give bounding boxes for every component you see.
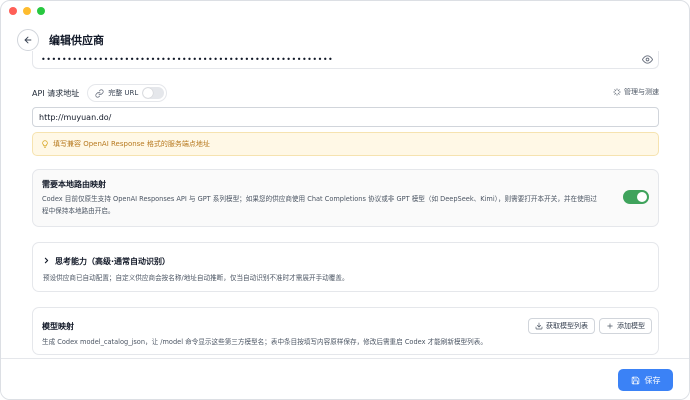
magic-wand-icon bbox=[613, 88, 621, 96]
add-model-label: 添加模型 bbox=[617, 322, 645, 330]
thinking-card[interactable]: 思考能力（高级·通常自动识别） 预设供应商已自动配置；自定义供应商会按名称/地址… bbox=[32, 242, 659, 292]
api-url-row: API 请求地址 完整 URL 管理与测速 bbox=[32, 84, 659, 102]
full-url-switch[interactable] bbox=[142, 87, 165, 99]
model-mapping-desc: 生成 Codex model_catalog_json，让 /model 命令显… bbox=[42, 338, 487, 346]
local-routing-desc-line2: 程中保持本地路由开启。 bbox=[42, 207, 115, 215]
form-scroll-area[interactable]: ••••••••••••••••••••••••••••••••••••••••… bbox=[1, 51, 689, 358]
back-button[interactable] bbox=[17, 29, 39, 51]
minimize-window-button[interactable] bbox=[23, 7, 31, 15]
manage-test-label: 管理与测速 bbox=[624, 88, 659, 96]
lightbulb-icon bbox=[42, 140, 48, 148]
save-icon bbox=[631, 376, 639, 384]
fetch-models-button[interactable]: 获取模型列表 bbox=[528, 318, 595, 334]
download-icon bbox=[535, 322, 543, 330]
full-url-toggle-label: 完整 URL bbox=[108, 89, 139, 97]
link-icon bbox=[95, 88, 104, 98]
api-key-field[interactable]: ••••••••••••••••••••••••••••••••••••••••… bbox=[32, 51, 659, 69]
local-routing-desc-line1: Codex 目前仅原生支持 OpenAI Responses API 与 GPT… bbox=[42, 195, 597, 203]
maximize-window-button[interactable] bbox=[37, 7, 45, 15]
arrow-left-icon bbox=[24, 36, 32, 44]
api-key-masked-value: ••••••••••••••••••••••••••••••••••••••••… bbox=[41, 54, 334, 64]
api-url-input[interactable] bbox=[32, 107, 659, 127]
chevron-right-icon[interactable] bbox=[42, 256, 51, 265]
api-url-label: API 请求地址 bbox=[32, 88, 80, 98]
save-label: 保存 bbox=[644, 375, 661, 385]
model-mapping-title: 模型映射 bbox=[42, 322, 74, 331]
model-mapping-card: 模型映射 获取模型列表 添加模型 生成 Codex model_catalog_… bbox=[32, 307, 659, 355]
close-window-button[interactable] bbox=[9, 7, 17, 15]
full-url-toggle[interactable]: 完整 URL bbox=[87, 84, 168, 102]
thinking-title: 思考能力（高级·通常自动识别） bbox=[55, 257, 171, 266]
manage-test-button[interactable]: 管理与测速 bbox=[613, 87, 659, 97]
add-model-button[interactable]: 添加模型 bbox=[599, 318, 652, 334]
local-routing-card: 需要本地路由映射 Codex 目前仅原生支持 OpenAI Responses … bbox=[32, 169, 659, 227]
local-routing-title: 需要本地路由映射 bbox=[42, 180, 106, 189]
eye-icon[interactable] bbox=[642, 54, 653, 65]
window-titlebar bbox=[1, 1, 689, 21]
api-url-hint: 填写兼容 OpenAI Response 格式的服务端点地址 bbox=[32, 132, 659, 156]
page-title: 编辑供应商 bbox=[49, 34, 104, 47]
thinking-desc: 预设供应商已自动配置；自定义供应商会按名称/地址自动推断，仅当自动识别不准时才需… bbox=[43, 274, 349, 282]
save-button[interactable]: 保存 bbox=[618, 369, 673, 391]
footer-bar: 保存 bbox=[1, 358, 689, 399]
hint-text: 填写兼容 OpenAI Response 格式的服务端点地址 bbox=[53, 140, 210, 148]
fetch-models-label: 获取模型列表 bbox=[546, 322, 588, 330]
local-routing-switch[interactable] bbox=[623, 190, 649, 204]
app-window: 编辑供应商 ••••••••••••••••••••••••••••••••••… bbox=[0, 0, 690, 400]
plus-icon bbox=[607, 323, 613, 329]
